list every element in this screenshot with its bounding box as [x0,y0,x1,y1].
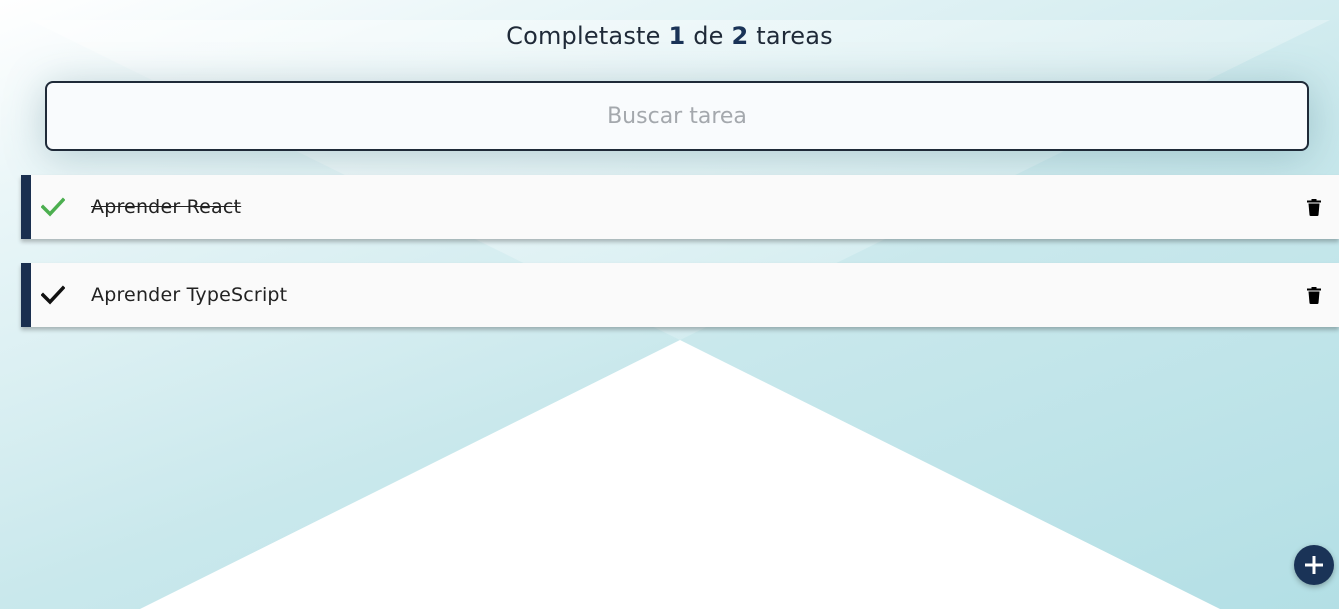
search-container [45,81,1309,151]
add-task-button[interactable] [1294,545,1334,585]
completed-count: 1 [668,22,686,50]
completed-counter: Completaste 1 de 2 tareas [0,22,1339,50]
total-count: 2 [731,22,749,50]
counter-prefix: Completaste [506,22,661,50]
counter-suffix: tareas [756,22,833,50]
plus-icon [1305,556,1323,574]
counter-middle: de [693,22,724,50]
todo-item: Aprender TypeScript [21,263,1339,327]
todo-list: Aprender React Aprender TypeScript [21,175,1339,351]
check-icon[interactable] [40,195,66,219]
search-input[interactable] [45,81,1309,151]
todo-text: Aprender TypeScript [91,284,288,306]
trash-icon[interactable] [1307,287,1321,304]
check-icon[interactable] [40,283,66,307]
todo-text: Aprender React [91,196,242,218]
todo-item: Aprender React [21,175,1339,239]
trash-icon[interactable] [1307,199,1321,216]
